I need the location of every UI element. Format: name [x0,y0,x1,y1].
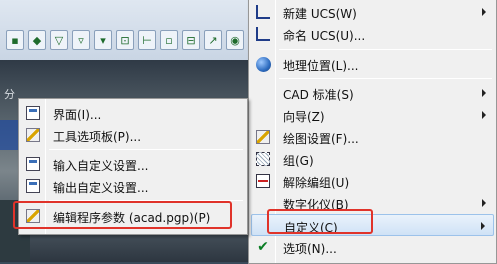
menu-item-label: 新建 UCS(W) [283,7,357,21]
toolbar-button[interactable]: ▽ [50,30,68,50]
submenu-arrow-icon [482,89,486,97]
tool-palette-icon [25,127,41,143]
submenu-arrow-icon [482,8,486,16]
submenu-item-label: 输入自定义设置... [53,159,149,173]
toolbar-button[interactable]: ▫ [160,30,178,50]
toolbar-button[interactable]: ◆ [28,30,46,50]
toolbar-button[interactable]: ⊡ [116,30,134,50]
interface-icon [25,105,41,121]
submenu-item-interface[interactable]: 界面(I)... [21,102,245,124]
ucs-named-icon [255,26,271,42]
highlight-box-customize [267,209,373,234]
drafting-settings-icon [255,129,271,145]
submenu-item-label: 界面(I)... [53,108,102,122]
submenu-item-label: 工具选项板(P)... [53,130,142,144]
toolbar-button[interactable]: ▾ [94,30,112,50]
menu-item-options[interactable]: ✔ 选项(N)... [251,236,494,258]
submenu-item-label: 输出自定义设置... [53,181,149,195]
menu-item-label: 选项(N)... [283,242,337,256]
menu-separator [279,78,492,79]
menu-separator [279,49,492,50]
menu-item-new-ucs[interactable]: 新建 UCS(W) [251,1,494,23]
submenu-arrow-icon [482,199,486,207]
submenu-arrow-icon [481,222,485,230]
toolbar-button[interactable]: ↗ [204,30,222,50]
menu-item-drafting-settings[interactable]: 绘图设置(F)... [251,126,494,148]
menu-item-geographic-location[interactable]: 地理位置(L)... [251,53,494,75]
toolbar-button[interactable]: ▿ [72,30,90,50]
toolbar-button[interactable]: ⊟ [182,30,200,50]
ucs-new-icon [255,4,271,20]
menu-item-label: 绘图设置(F)... [283,132,359,146]
toolbar-button[interactable]: ▪ [6,30,24,50]
submenu-item-import-customizations[interactable]: 输入自定义设置... [21,153,245,175]
menu-item-group[interactable]: 组(G) [251,148,494,170]
group-icon [255,151,271,167]
menu-item-cad-standards[interactable]: CAD 标准(S) [251,82,494,104]
menu-item-label: CAD 标准(S) [283,88,354,102]
export-icon [25,178,41,194]
toolbar-button[interactable]: ◉ [226,30,244,50]
menu-item-label: 解除编组(U) [283,176,350,190]
menu-item-label: 向导(Z) [283,110,325,124]
submenu-item-export-customizations[interactable]: 输出自定义设置... [21,175,245,197]
menu-item-label: 地理位置(L)... [283,59,359,73]
submenu-item-tool-palettes[interactable]: 工具选项板(P)... [21,124,245,146]
menu-item-named-ucs[interactable]: 命名 UCS(U)... [251,23,494,45]
menu-item-ungroup[interactable]: 解除编组(U) [251,170,494,192]
menu-item-label: 组(G) [283,154,314,168]
menu-item-label: 命名 UCS(U)... [283,29,366,43]
highlight-box-edit-pgp [13,201,232,229]
import-icon [25,156,41,172]
globe-icon [255,56,271,72]
submenu-arrow-icon [482,111,486,119]
check-icon: ✔ [257,239,269,255]
background-label: 分 [4,88,15,101]
ungroup-icon [255,173,271,189]
toolbar-button[interactable]: ⊢ [138,30,156,50]
menu-separator [49,149,243,150]
toolbar-strip: ▪ ◆ ▽ ▿ ▾ ⊡ ⊢ ▫ ⊟ ↗ ◉ [0,26,260,54]
menu-item-wizards[interactable]: 向导(Z) [251,104,494,126]
